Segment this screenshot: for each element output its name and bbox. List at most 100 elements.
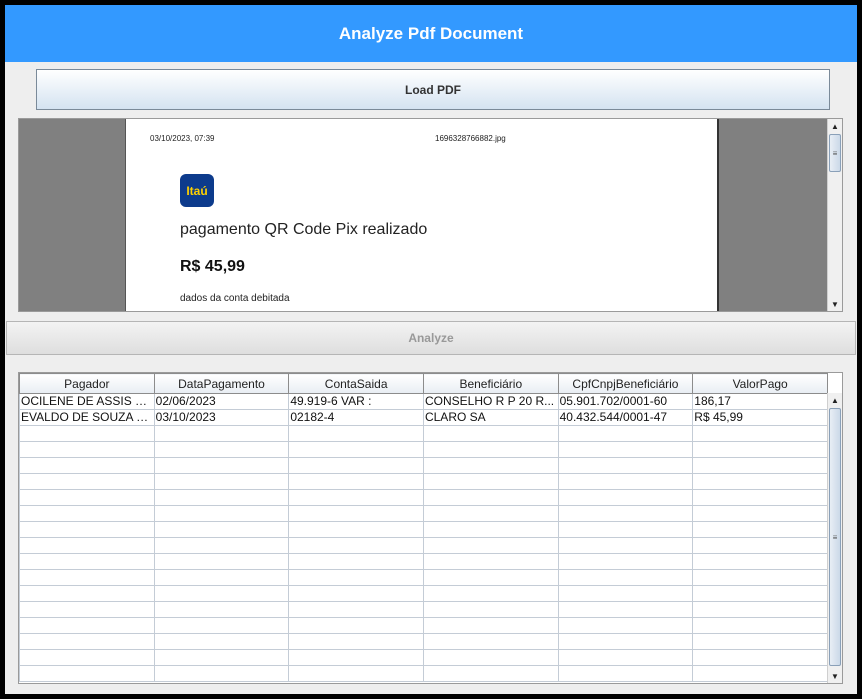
table-cell[interactable] xyxy=(288,489,424,506)
table-cell[interactable] xyxy=(557,569,694,586)
table-cell[interactable] xyxy=(288,457,424,474)
table-cell[interactable]: OCILENE DE ASSIS LI... xyxy=(19,393,155,410)
table-cell[interactable] xyxy=(557,553,694,570)
table-cell[interactable] xyxy=(692,665,828,682)
table-cell[interactable] xyxy=(19,537,155,554)
table-cell[interactable] xyxy=(692,617,828,634)
table-cell[interactable] xyxy=(692,649,828,666)
table-cell[interactable] xyxy=(288,585,424,602)
table-row[interactable] xyxy=(19,441,828,458)
table-cell[interactable] xyxy=(557,489,694,506)
table-cell[interactable]: CONSELHO R P 20 R... xyxy=(422,393,559,410)
table-cell[interactable] xyxy=(19,585,155,602)
table-cell[interactable] xyxy=(19,569,155,586)
table-cell[interactable] xyxy=(153,537,290,554)
table-cell[interactable] xyxy=(153,617,290,634)
table-cell[interactable] xyxy=(19,441,155,458)
table-cell[interactable] xyxy=(692,457,828,474)
table-cell[interactable]: 03/10/2023 xyxy=(153,409,290,426)
table-cell[interactable] xyxy=(288,553,424,570)
scroll-thumb[interactable]: ≡ xyxy=(829,408,841,666)
table-cell[interactable] xyxy=(153,585,290,602)
load-pdf-button[interactable]: Load PDF xyxy=(36,69,830,110)
table-cell[interactable] xyxy=(422,521,559,538)
table-cell[interactable] xyxy=(422,553,559,570)
table-cell[interactable] xyxy=(692,505,828,522)
table-cell[interactable] xyxy=(422,569,559,586)
table-row[interactable] xyxy=(19,505,828,522)
preview-vertical-scrollbar[interactable]: ▲ ≡ ▼ xyxy=(827,119,842,311)
table-cell[interactable] xyxy=(557,505,694,522)
table-cell[interactable] xyxy=(692,633,828,650)
table-cell[interactable] xyxy=(153,553,290,570)
table-vertical-scrollbar[interactable]: ▲ ≡ ▼ xyxy=(827,393,842,683)
table-cell[interactable] xyxy=(557,665,694,682)
table-cell[interactable] xyxy=(692,521,828,538)
table-cell[interactable] xyxy=(692,489,828,506)
table-cell[interactable] xyxy=(422,425,559,442)
table-cell[interactable] xyxy=(422,617,559,634)
pdf-preview-panel[interactable]: 03/10/2023, 07:39 1696328766882.jpg Itaú… xyxy=(18,118,843,312)
table-cell[interactable] xyxy=(692,569,828,586)
table-cell[interactable] xyxy=(153,569,290,586)
table-cell[interactable] xyxy=(422,489,559,506)
table-cell[interactable] xyxy=(288,521,424,538)
table-row[interactable] xyxy=(19,521,828,538)
table-cell[interactable] xyxy=(422,537,559,554)
table-cell[interactable] xyxy=(153,633,290,650)
table-row[interactable]: EVALDO DE SOUZA LI... 03/10/2023 02182-4 CL… xyxy=(19,409,828,426)
table-cell[interactable] xyxy=(692,425,828,442)
column-header[interactable]: ContaSaida xyxy=(288,373,424,394)
table-cell[interactable] xyxy=(288,505,424,522)
table-cell[interactable] xyxy=(19,505,155,522)
table-cell[interactable] xyxy=(557,617,694,634)
table-row[interactable] xyxy=(19,633,828,650)
table-row[interactable] xyxy=(19,489,828,506)
table-cell[interactable]: R$ 45,99 xyxy=(692,409,828,426)
table-cell[interactable]: 49.919-6 VAR : xyxy=(288,393,424,410)
table-cell[interactable] xyxy=(288,441,424,458)
table-cell[interactable] xyxy=(557,473,694,490)
scroll-up-arrow-icon[interactable]: ▲ xyxy=(828,119,842,133)
table-row[interactable] xyxy=(19,473,828,490)
column-header[interactable]: DataPagamento xyxy=(153,373,290,394)
table-cell[interactable] xyxy=(692,537,828,554)
table-cell[interactable] xyxy=(19,633,155,650)
table-cell[interactable]: 40.432.544/0001-47 xyxy=(557,409,694,426)
table-row[interactable] xyxy=(19,649,828,666)
table-cell[interactable]: EVALDO DE SOUZA LI... xyxy=(19,409,155,426)
table-cell[interactable] xyxy=(153,425,290,442)
table-cell[interactable] xyxy=(153,601,290,618)
table-row[interactable] xyxy=(19,553,828,570)
table-cell[interactable] xyxy=(288,649,424,666)
table-cell[interactable] xyxy=(692,601,828,618)
table-cell[interactable] xyxy=(19,617,155,634)
table-cell[interactable] xyxy=(288,473,424,490)
table-row[interactable] xyxy=(19,665,828,682)
table-row[interactable] xyxy=(19,569,828,586)
table-cell[interactable]: CLARO SA xyxy=(422,409,559,426)
analyze-button[interactable]: Analyze xyxy=(6,321,856,355)
table-cell[interactable] xyxy=(153,457,290,474)
table-row[interactable] xyxy=(19,425,828,442)
table-cell[interactable]: 02182-4 xyxy=(288,409,424,426)
table-cell[interactable] xyxy=(288,617,424,634)
table-cell[interactable] xyxy=(19,649,155,666)
table-cell[interactable] xyxy=(692,585,828,602)
table-cell[interactable] xyxy=(692,553,828,570)
table-cell[interactable]: 02/06/2023 xyxy=(153,393,290,410)
table-cell[interactable] xyxy=(557,537,694,554)
table-cell[interactable] xyxy=(422,585,559,602)
table-cell[interactable] xyxy=(692,473,828,490)
table-cell[interactable] xyxy=(557,521,694,538)
table-cell[interactable] xyxy=(557,441,694,458)
table-cell[interactable] xyxy=(422,473,559,490)
table-cell[interactable] xyxy=(153,489,290,506)
column-header[interactable]: Beneficiário xyxy=(422,373,559,394)
table-cell[interactable] xyxy=(153,505,290,522)
table-cell[interactable]: 186,17 xyxy=(692,393,828,410)
column-header[interactable]: ValorPago xyxy=(692,373,828,394)
table-cell[interactable] xyxy=(422,665,559,682)
table-row[interactable] xyxy=(19,457,828,474)
table-cell[interactable] xyxy=(557,457,694,474)
